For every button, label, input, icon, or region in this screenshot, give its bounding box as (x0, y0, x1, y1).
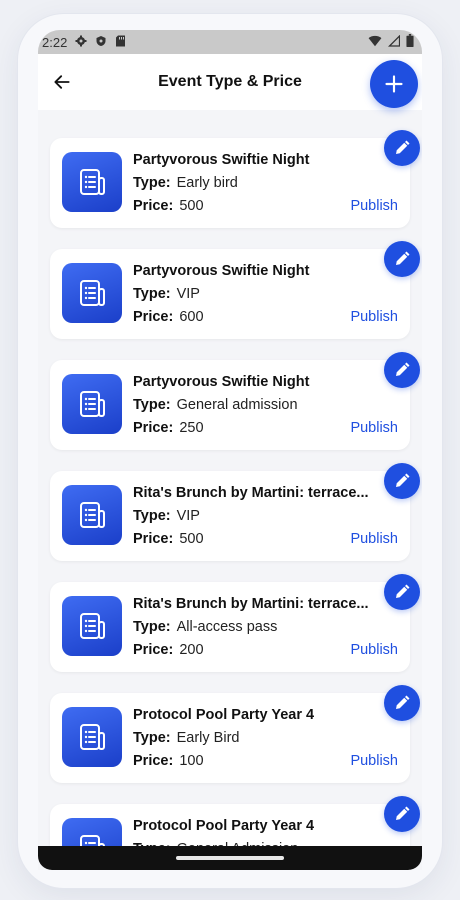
event-type-card[interactable]: Protocol Pool Party Year 4 Type: Early Bi… (50, 693, 410, 783)
type-row: Type: All-access pass (133, 619, 277, 635)
type-label: Type: (133, 397, 171, 413)
edit-button[interactable] (384, 463, 420, 499)
type-value: VIP (176, 286, 200, 302)
event-title: Protocol Pool Party Year 4 (133, 707, 315, 723)
edit-button[interactable] (384, 796, 420, 832)
status-bar: 2:22 (38, 30, 422, 54)
event-type-card[interactable]: Partyvorous Swiftie Night Type: General a… (50, 360, 410, 450)
type-label: Type: (133, 286, 171, 302)
event-title: Partyvorous Swiftie Night (133, 263, 310, 279)
price-row: Price: 200 (133, 642, 204, 658)
status-time: 2:22 (42, 34, 68, 50)
price-label: Price: (133, 642, 174, 658)
price-row: Price: 600 (133, 309, 204, 325)
screen: 2:22 Event Type & Price Partyvorous Swif… (38, 30, 422, 870)
edit-button[interactable] (384, 574, 420, 610)
home-gesture-handle[interactable] (176, 856, 284, 860)
type-row: Type: VIP (133, 286, 200, 302)
type-label: Type: (133, 508, 171, 524)
event-title: Protocol Pool Party Year 4 (133, 818, 315, 834)
event-title: Partyvorous Swiftie Night (133, 152, 310, 168)
price-value: 600 (179, 309, 204, 325)
type-value: VIP (176, 508, 200, 524)
document-list-icon (62, 374, 122, 434)
price-row: Price: 500 (133, 198, 204, 214)
publish-link[interactable]: Publish (350, 531, 398, 547)
pencil-icon (396, 584, 410, 598)
plus-icon (385, 75, 403, 93)
type-label: Type: (133, 619, 171, 635)
document-list-icon (62, 263, 122, 323)
document-list-icon (62, 485, 122, 545)
add-event-type-button[interactable] (370, 60, 418, 108)
type-label: Type: (133, 730, 171, 746)
edit-button[interactable] (384, 241, 420, 277)
document-list-icon (62, 152, 122, 212)
price-row: Price: 100 (133, 753, 204, 769)
pencil-icon (396, 806, 410, 820)
publish-link[interactable]: Publish (350, 420, 398, 436)
app-bar: Event Type & Price (38, 54, 422, 110)
pencil-icon (396, 362, 410, 376)
edit-button[interactable] (384, 130, 420, 166)
publish-link[interactable]: Publish (350, 753, 398, 769)
event-type-card[interactable]: Rita's Brunch by Martini: terrace... Typ… (50, 471, 410, 561)
type-row: Type: Early Bird (133, 730, 239, 746)
page-title: Event Type & Price (158, 73, 302, 90)
document-list-icon (62, 707, 122, 767)
price-value: 100 (179, 753, 204, 769)
publish-link[interactable]: Publish (350, 642, 398, 658)
type-row: Type: General admission (133, 397, 298, 413)
event-title: Rita's Brunch by Martini: terrace... (133, 485, 369, 501)
signal-icon (387, 33, 401, 50)
event-title: Rita's Brunch by Martini: terrace... (133, 596, 369, 612)
shield-icon (95, 35, 107, 50)
type-value: Early bird (176, 175, 238, 191)
type-value: All-access pass (176, 619, 278, 635)
price-value: 500 (179, 531, 204, 547)
type-value: Early Bird (176, 730, 240, 746)
price-label: Price: (133, 753, 174, 769)
price-row: Price: 250 (133, 420, 204, 436)
price-value: 200 (179, 642, 204, 658)
edit-button[interactable] (384, 352, 420, 388)
settings-gear-icon (75, 35, 87, 50)
event-title: Partyvorous Swiftie Night (133, 374, 310, 390)
publish-link[interactable]: Publish (350, 198, 398, 214)
price-label: Price: (133, 420, 174, 436)
pencil-icon (396, 473, 410, 487)
event-type-card[interactable]: Partyvorous Swiftie Night Type: VIP Price… (50, 249, 410, 339)
sd-card-icon (115, 35, 126, 50)
edit-button[interactable] (384, 685, 420, 721)
event-type-card[interactable]: Partyvorous Swiftie Night Type: Early bir… (50, 138, 410, 228)
price-value: 500 (179, 198, 204, 214)
event-type-list: Partyvorous Swiftie Night Type: Early bir… (38, 110, 422, 870)
price-label: Price: (133, 198, 174, 214)
wifi-icon (368, 35, 382, 50)
battery-icon (406, 34, 414, 50)
price-label: Price: (133, 531, 174, 547)
price-value: 250 (179, 420, 204, 436)
type-label: Type: (133, 175, 171, 191)
type-value: General admission (176, 397, 298, 413)
price-row: Price: 500 (133, 531, 204, 547)
pencil-icon (396, 695, 410, 709)
document-list-icon (62, 596, 122, 656)
publish-link[interactable]: Publish (350, 309, 398, 325)
type-row: Type: VIP (133, 508, 200, 524)
system-navigation-bar (38, 846, 422, 870)
event-type-card[interactable]: Rita's Brunch by Martini: terrace... Typ… (50, 582, 410, 672)
pencil-icon (396, 140, 410, 154)
pencil-icon (396, 251, 410, 265)
type-row: Type: Early bird (133, 175, 238, 191)
price-label: Price: (133, 309, 174, 325)
